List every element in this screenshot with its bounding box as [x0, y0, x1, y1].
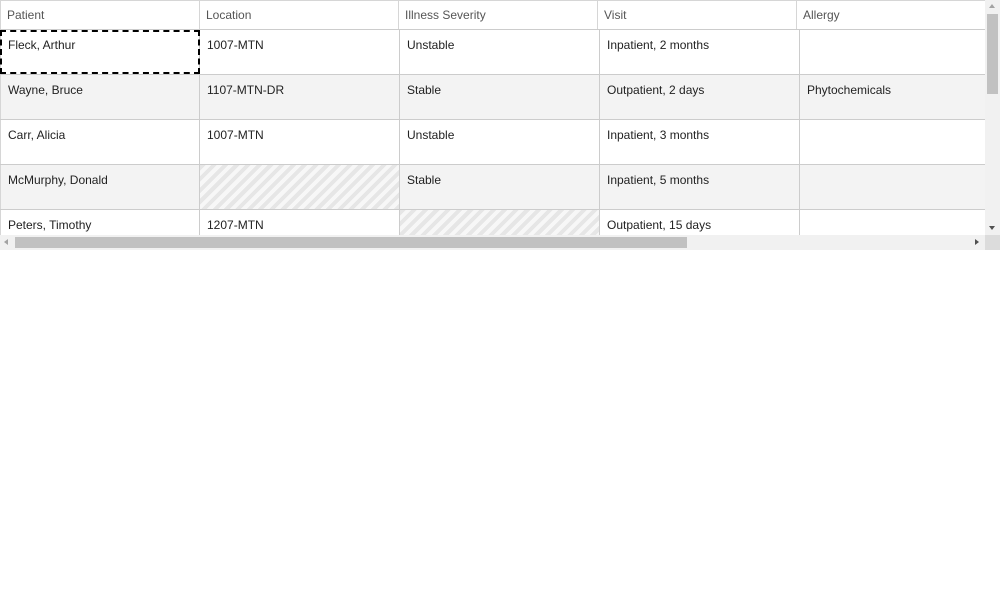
cell-location[interactable]: 1007-MTN	[200, 120, 400, 164]
cell-patient[interactable]: McMurphy, Donald	[0, 165, 200, 209]
cell-allergy[interactable]: Phytochemicals	[800, 75, 985, 119]
cell-allergy[interactable]	[800, 165, 985, 209]
cell-visit[interactable]: Outpatient, 15 days	[600, 210, 800, 235]
cell-illness-severity[interactable]: Stable	[400, 165, 600, 209]
scroll-left-arrow-icon[interactable]	[4, 239, 8, 245]
scroll-up-arrow-icon[interactable]	[989, 4, 995, 8]
cell-illness-severity[interactable]: Unstable	[400, 120, 600, 164]
cell-visit[interactable]: Outpatient, 2 days	[600, 75, 800, 119]
scrollbar-corner	[985, 235, 1000, 250]
cell-allergy[interactable]	[800, 120, 985, 164]
cell-patient[interactable]: Peters, Timothy	[0, 210, 200, 235]
horizontal-scrollbar[interactable]	[0, 235, 985, 250]
vertical-scrollbar[interactable]	[985, 0, 1000, 235]
table-row: McMurphy, Donald Stable Inpatient, 5 mon…	[0, 165, 985, 210]
grid-viewport: Patient Location Illness Severity Visit …	[0, 0, 985, 235]
cell-patient[interactable]: Wayne, Bruce	[0, 75, 200, 119]
scroll-down-arrow-icon[interactable]	[989, 226, 995, 230]
cell-visit[interactable]: Inpatient, 2 months	[600, 30, 800, 74]
table-row: Carr, Alicia 1007-MTN Unstable Inpatient…	[0, 120, 985, 165]
table-row: Peters, Timothy 1207-MTN Outpatient, 15 …	[0, 210, 985, 235]
table-row: Fleck, Arthur 1007-MTN Unstable Inpatien…	[0, 30, 985, 75]
cell-illness-severity[interactable]: Stable	[400, 75, 600, 119]
horizontal-scroll-thumb[interactable]	[15, 237, 687, 248]
cell-patient[interactable]: Carr, Alicia	[0, 120, 200, 164]
column-header-patient[interactable]: Patient	[0, 1, 200, 29]
cell-location[interactable]: 1007-MTN	[200, 30, 400, 74]
data-grid: Patient Location Illness Severity Visit …	[0, 0, 1000, 250]
table-row: Wayne, Bruce 1107-MTN-DR Stable Outpatie…	[0, 75, 985, 120]
cell-allergy[interactable]	[800, 210, 985, 235]
cell-location-empty[interactable]	[200, 165, 400, 209]
cell-allergy[interactable]	[800, 30, 985, 74]
cell-illness-severity[interactable]: Unstable	[400, 30, 600, 74]
cell-patient[interactable]: Fleck, Arthur	[0, 30, 200, 74]
cell-location[interactable]: 1207-MTN	[200, 210, 400, 235]
cell-visit[interactable]: Inpatient, 3 months	[600, 120, 800, 164]
vertical-scroll-thumb[interactable]	[987, 14, 998, 94]
column-header-location[interactable]: Location	[199, 1, 399, 29]
cell-visit[interactable]: Inpatient, 5 months	[600, 165, 800, 209]
scroll-right-arrow-icon[interactable]	[975, 239, 979, 245]
column-header-visit[interactable]: Visit	[597, 1, 797, 29]
cell-location[interactable]: 1107-MTN-DR	[200, 75, 400, 119]
grid-header-row: Patient Location Illness Severity Visit …	[0, 0, 985, 30]
column-header-illness-severity[interactable]: Illness Severity	[398, 1, 598, 29]
cell-illness-severity-empty[interactable]	[400, 210, 600, 235]
column-header-allergy[interactable]: Allergy	[796, 1, 985, 29]
